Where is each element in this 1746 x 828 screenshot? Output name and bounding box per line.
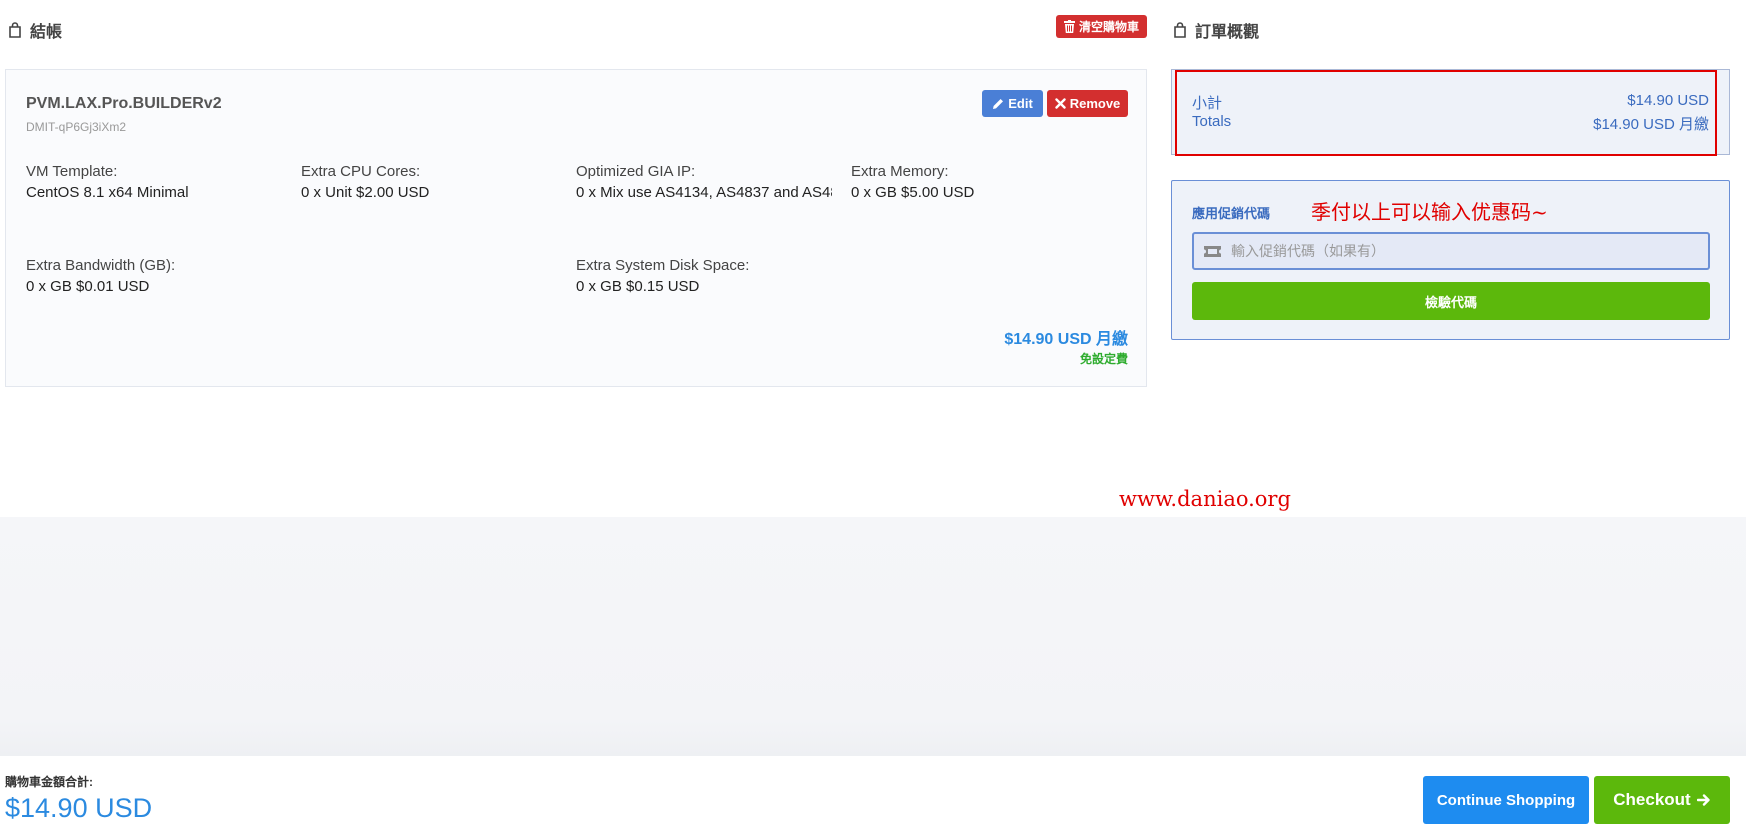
- shopping-bag-icon: [9, 22, 21, 38]
- option-extra-cpu: Extra CPU Cores: 0 x Unit $2.00 USD: [301, 163, 430, 201]
- promo-title: 應用促銷代碼: [1192, 206, 1271, 221]
- option-extra-disk: Extra System Disk Space: 0 x GB $0.15 US…: [576, 257, 750, 295]
- option-extra-bandwidth: Extra Bandwidth (GB): 0 x GB $0.01 USD: [26, 257, 176, 295]
- option-gia-ip: Optimized GIA IP: 0 x Mix use AS4134, AS…: [576, 163, 832, 201]
- subtotal-label: 小計: [1192, 95, 1223, 112]
- product-domain: DMIT-qP6Gj3iXm2: [26, 120, 127, 134]
- checkout-label: Checkout: [1613, 790, 1691, 809]
- cart-item: PVM.LAX.Pro.BUILDERv2 DMIT-qP6Gj3iXm2 Ed…: [5, 69, 1147, 387]
- promo-annotation: 季付以上可以输入优惠码~: [1311, 200, 1548, 224]
- totals-label: Totals: [1192, 113, 1232, 130]
- footer-bar: 購物車金額合計: $14.90 USD Continue Shopping Ch…: [0, 756, 1746, 828]
- setup-fee: 免設定費: [1079, 352, 1128, 366]
- promo-code-input[interactable]: [1231, 243, 1691, 259]
- promo-code-box: 應用促銷代碼 季付以上可以输入优惠码~ 檢驗代碼: [1171, 180, 1730, 340]
- order-summary-header: 訂單概觀: [1173, 18, 1259, 42]
- cart-total-value: $14.90 USD: [5, 793, 153, 823]
- clear-cart-button[interactable]: 清空購物車: [1056, 15, 1147, 38]
- product-name: PVM.LAX.Pro.BUILDERv2: [26, 95, 222, 112]
- ticket-icon: [1204, 245, 1221, 257]
- trash-icon: [1063, 20, 1075, 33]
- validate-code-button[interactable]: 檢驗代碼: [1192, 282, 1710, 320]
- option-extra-memory: Extra Memory: 0 x GB $5.00 USD: [851, 163, 975, 201]
- checkout-button[interactable]: Checkout: [1594, 776, 1730, 824]
- checkout-header: 結帳: [8, 18, 62, 42]
- remove-button[interactable]: Remove: [1047, 90, 1128, 117]
- cart-total-label: 購物車金額合計:: [5, 775, 93, 789]
- clear-cart-label: 清空購物車: [1078, 20, 1139, 34]
- close-icon: [1055, 98, 1066, 109]
- watermark: www.daniao.org: [1119, 487, 1291, 511]
- remove-label: Remove: [1069, 96, 1121, 111]
- arrow-right-icon: [1696, 794, 1710, 806]
- item-price: $14.90 USD 月繳: [1004, 331, 1128, 348]
- shopping-bag-icon: [1174, 22, 1186, 38]
- totals-row: Totals $14.90 USD 月繳: [1192, 113, 1709, 134]
- order-summary-title: 訂單概觀: [1195, 24, 1260, 41]
- pencil-icon: [993, 98, 1004, 109]
- subtotal-row: 小計 $14.90 USD: [1192, 92, 1709, 113]
- page-background: [0, 517, 1746, 756]
- promo-input-wrapper: [1192, 232, 1710, 270]
- option-vm-template: VM Template: CentOS 8.1 x64 Minimal: [26, 163, 189, 201]
- continue-shopping-button[interactable]: Continue Shopping: [1423, 776, 1589, 824]
- edit-label: Edit: [1008, 96, 1033, 111]
- subtotal-value: $14.90 USD: [1627, 92, 1709, 109]
- checkout-title: 結帳: [30, 24, 63, 41]
- order-summary-box: 小計 $14.90 USD Totals $14.90 USD 月繳: [1171, 69, 1730, 155]
- totals-value: $14.90 USD 月繳: [1593, 116, 1709, 133]
- edit-button[interactable]: Edit: [982, 90, 1043, 117]
